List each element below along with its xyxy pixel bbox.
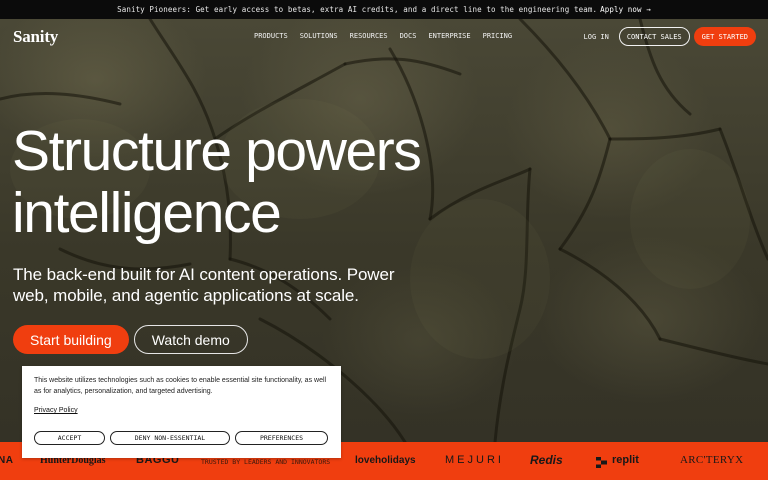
hero-cta-group: Start building Watch demo: [13, 325, 248, 354]
logo-na: NA: [0, 455, 14, 466]
announcement-bar: Sanity Pioneers: Get early access to bet…: [0, 0, 768, 19]
announcement-apply-link[interactable]: Apply now →: [600, 5, 651, 14]
logo-loveholidays: loveholidays: [355, 455, 416, 466]
nav-enterprise[interactable]: ENTERPRISE: [428, 32, 470, 40]
logo-mejuri: MEJURI: [445, 454, 504, 466]
replit-icon: [596, 455, 607, 468]
announcement-text: Sanity Pioneers: Get early access to bet…: [117, 5, 598, 14]
privacy-policy-link[interactable]: Privacy Policy: [34, 407, 78, 414]
nav-actions: LOG IN CONTACT SALES GET STARTED: [584, 27, 756, 46]
contact-sales-button[interactable]: CONTACT SALES: [618, 27, 690, 46]
cookie-preferences-button[interactable]: PREFERENCES: [235, 431, 328, 445]
hero-headline: Structure powers intelligence: [12, 120, 572, 244]
nav-solutions[interactable]: SOLUTIONS: [300, 32, 338, 40]
login-link[interactable]: LOG IN: [584, 33, 609, 41]
headline-line-1: Structure powers: [12, 119, 422, 183]
logo-redis: Redis: [530, 453, 563, 467]
headline-line-2: intelligence: [12, 181, 282, 245]
cookie-message: This website utilizes technologies such …: [34, 377, 327, 395]
nav-pricing[interactable]: PRICING: [483, 32, 513, 40]
nav-docs[interactable]: DOCS: [400, 32, 417, 40]
main-nav: PRODUCTS SOLUTIONS RESOURCES DOCS ENTERP…: [254, 32, 512, 40]
logo-replit: replit: [612, 454, 639, 466]
cookie-actions: ACCEPT DENY NON-ESSENTIAL PREFERENCES: [34, 431, 328, 445]
get-started-button[interactable]: GET STARTED: [693, 27, 756, 46]
trusted-by-label: TRUSTED BY LEADERS AND INNOVATORS: [201, 458, 331, 466]
accept-cookies-button[interactable]: ACCEPT: [34, 431, 105, 445]
logo-arcteryx: ARC'TERYX: [680, 454, 744, 466]
start-building-button[interactable]: Start building: [13, 325, 129, 354]
sanity-logo[interactable]: Sanity: [13, 27, 58, 47]
watch-demo-button[interactable]: Watch demo: [133, 325, 248, 354]
cookie-consent-banner: This website utilizes technologies such …: [22, 366, 341, 458]
nav-products[interactable]: PRODUCTS: [254, 32, 288, 40]
nav-resources[interactable]: RESOURCES: [350, 32, 388, 40]
deny-non-essential-button[interactable]: DENY NON-ESSENTIAL: [110, 431, 230, 445]
hero-subheading: The back-end built for AI content operat…: [13, 265, 395, 305]
